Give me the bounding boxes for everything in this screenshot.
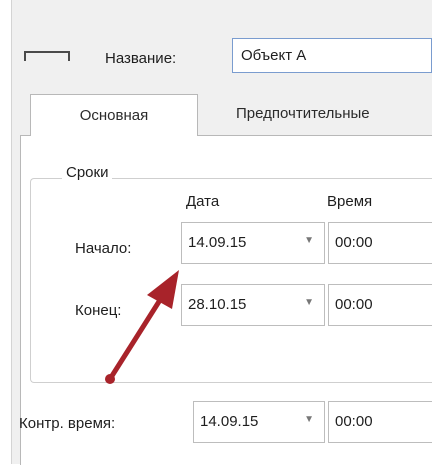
red-arrow xyxy=(105,270,179,384)
